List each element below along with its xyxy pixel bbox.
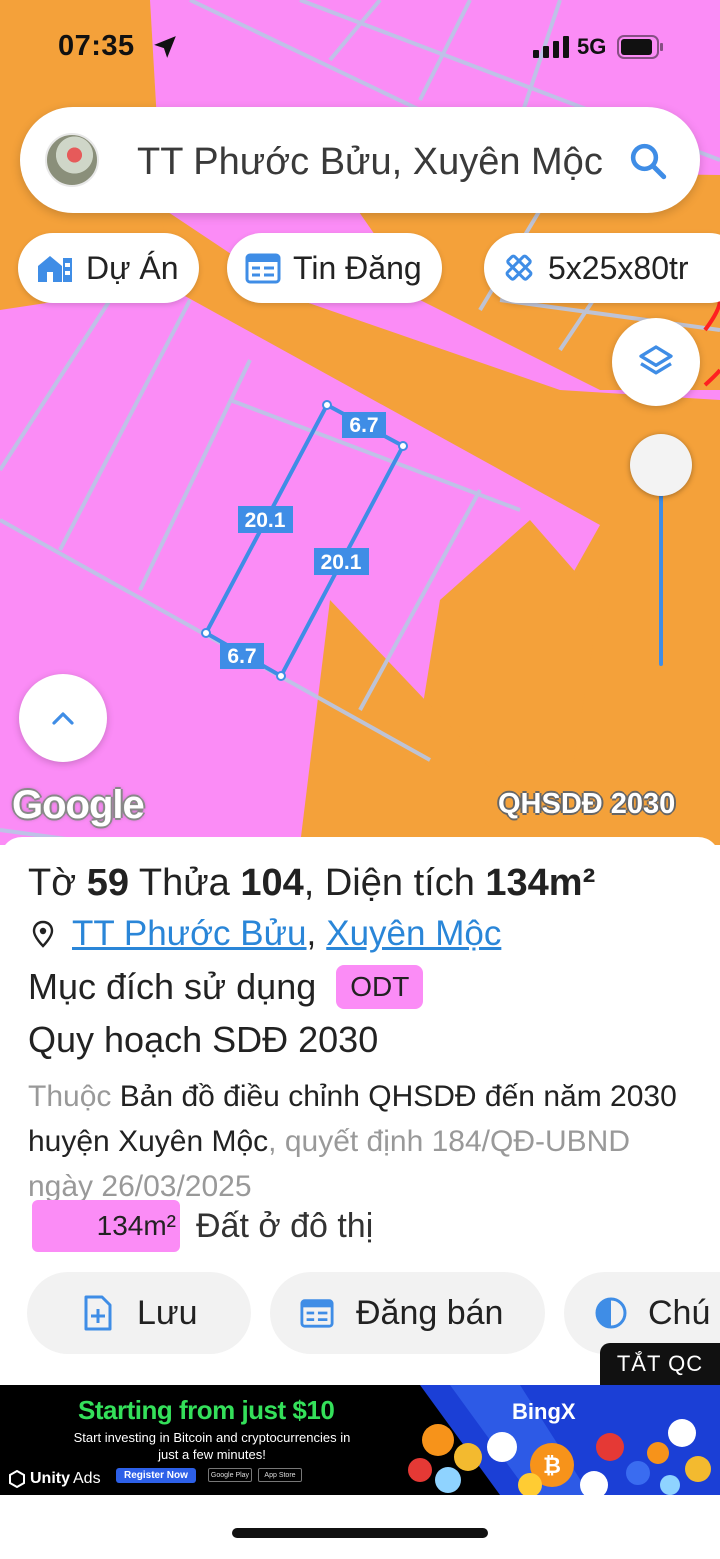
plan-description: Thuộc Bản đồ điều chỉnh QHSDĐ đến năm 20… bbox=[28, 1074, 698, 1209]
expand-sheet-button[interactable] bbox=[19, 674, 107, 762]
status-time: 07:35 bbox=[58, 30, 135, 62]
land-area-row: 134m² Đất ở đô thị bbox=[32, 1200, 373, 1252]
note-label: Chú bbox=[648, 1293, 711, 1332]
chevron-up-icon bbox=[52, 712, 74, 725]
ad-brand-logo: BingX bbox=[512, 1399, 576, 1424]
contrast-icon bbox=[595, 1297, 627, 1329]
ruler-icon bbox=[505, 254, 533, 281]
title-prefix: Tờ bbox=[28, 862, 77, 904]
dimension-label-right: 20.1 bbox=[321, 551, 362, 574]
sheet-number: 59 bbox=[86, 862, 129, 904]
building-icon bbox=[38, 256, 72, 282]
save-button[interactable]: Lưu bbox=[27, 1272, 251, 1354]
parcel-title: Tờ 59 Thửa 104, Diện tích 134m² bbox=[28, 862, 595, 905]
status-bar: 07:35 5G bbox=[0, 28, 720, 68]
search-bar[interactable]: TT Phước Bửu, Xuyên Mộc bbox=[20, 107, 700, 213]
chip-label: Dự Án bbox=[86, 249, 179, 286]
ad-network-label: Unity Ads bbox=[8, 1470, 101, 1488]
location-arrow-icon bbox=[154, 36, 176, 58]
land-type-label: Đất ở đô thị bbox=[196, 1206, 374, 1245]
avatar[interactable] bbox=[45, 133, 99, 187]
purpose-code-badge: ODT bbox=[336, 965, 424, 1009]
listing-icon bbox=[245, 253, 281, 284]
google-play-badge[interactable]: Google Play bbox=[208, 1468, 252, 1482]
battery-icon bbox=[617, 35, 663, 59]
listing-icon bbox=[300, 1299, 334, 1328]
desc-prefix: Thuộc bbox=[28, 1080, 112, 1113]
dimension-label-left: 20.1 bbox=[245, 509, 286, 532]
address-separator: , bbox=[306, 914, 317, 953]
title-area-label: , Diện tích bbox=[303, 862, 475, 904]
layers-icon bbox=[639, 345, 673, 375]
plan-title: Quy hoạch SDĐ 2030 bbox=[28, 1019, 379, 1060]
note-button[interactable]: Chú bbox=[564, 1272, 720, 1354]
chip-tin-dang[interactable]: Tin Đăng bbox=[227, 233, 442, 303]
title-mid: Thửa bbox=[138, 862, 230, 904]
hide-ads-button[interactable]: TẮT QC bbox=[600, 1343, 720, 1385]
chip-filter-size[interactable]: 5x25x80tr bbox=[484, 233, 720, 303]
district-link[interactable]: Xuyên Mộc bbox=[326, 914, 501, 954]
parcel-info-sheet: Tờ 59 Thửa 104, Diện tích 134m² TT Phước… bbox=[0, 837, 720, 1377]
post-for-sale-label: Đăng bán bbox=[356, 1293, 504, 1332]
network-type: 5G bbox=[577, 34, 607, 59]
chip-label: 5x25x80tr bbox=[548, 249, 689, 286]
chip-label: Tin Đăng bbox=[293, 249, 422, 286]
plot-number: 104 bbox=[240, 862, 304, 904]
chip-du-an[interactable]: Dự Án bbox=[18, 233, 199, 303]
ad-register-button[interactable]: Register Now bbox=[116, 1468, 196, 1483]
map-layer-badge: QHSDĐ 2030 bbox=[498, 788, 676, 820]
parcel-area: 134m² bbox=[485, 862, 596, 904]
opacity-slider-track[interactable] bbox=[659, 470, 663, 666]
land-area-badge: 134m² bbox=[32, 1200, 180, 1252]
search-icon[interactable] bbox=[627, 140, 669, 182]
ad-network-name: Unity bbox=[30, 1470, 70, 1487]
ad-banner[interactable]: ₿ Starting from just $10 Start investing… bbox=[0, 1385, 720, 1495]
add-file-icon bbox=[84, 1295, 112, 1331]
ad-headline: Starting from just $10 bbox=[78, 1395, 335, 1425]
dimension-label-top: 6.7 bbox=[349, 414, 378, 437]
location-pin-icon bbox=[32, 920, 54, 948]
parcel-address: TT Phước Bửu , Xuyên Mộc bbox=[32, 914, 501, 954]
unity-icon bbox=[9, 1470, 25, 1488]
search-input[interactable]: TT Phước Bửu, Xuyên Mộc bbox=[137, 141, 607, 184]
google-logo: Google bbox=[12, 783, 145, 827]
map-view[interactable]: 6.7 20.1 20.1 6.7 07:35 5G TT Phước Bửu,… bbox=[0, 0, 720, 845]
ad-network-suffix: Ads bbox=[73, 1470, 101, 1487]
save-label: Lưu bbox=[137, 1293, 198, 1332]
purpose-label: Mục đích sử dụng bbox=[28, 966, 317, 1007]
layers-button[interactable] bbox=[612, 318, 700, 406]
home-indicator[interactable] bbox=[232, 1528, 488, 1538]
ward-link[interactable]: TT Phước Bửu bbox=[72, 914, 307, 954]
opacity-slider-handle[interactable] bbox=[630, 434, 692, 496]
svg-text:₿: ₿ bbox=[543, 1453, 561, 1478]
ad-subtext: Start investing in Bitcoin and cryptocur… bbox=[73, 1430, 351, 1462]
land-purpose-row: Mục đích sử dụng ODT bbox=[28, 965, 424, 1009]
signal-icon bbox=[533, 36, 569, 58]
dimension-label-bottom: 6.7 bbox=[227, 645, 256, 668]
app-store-badge[interactable]: App Store bbox=[258, 1468, 302, 1482]
post-for-sale-button[interactable]: Đăng bán bbox=[270, 1272, 545, 1354]
